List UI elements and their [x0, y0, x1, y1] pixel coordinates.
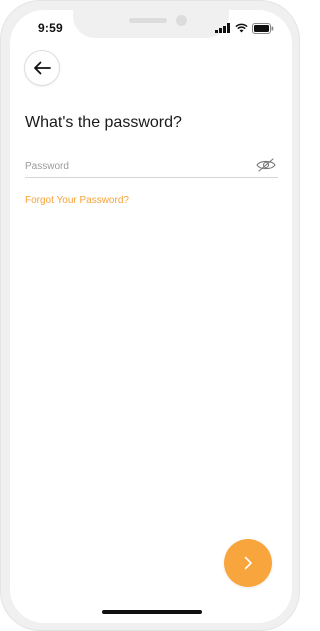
battery-icon: [252, 22, 274, 34]
chevron-right-icon: [244, 556, 252, 570]
back-button[interactable]: [24, 50, 60, 86]
arrow-left-icon: [34, 61, 51, 75]
password-input[interactable]: [25, 158, 245, 174]
eye-off-icon: [256, 158, 276, 172]
camera-icon: [176, 15, 187, 26]
wifi-icon: [235, 23, 248, 33]
show-password-toggle[interactable]: [256, 157, 276, 173]
password-field: [25, 157, 278, 178]
home-indicator: [102, 610, 202, 614]
status-time: 9:59: [38, 21, 63, 35]
notch: [73, 10, 229, 38]
next-button[interactable]: [224, 539, 272, 587]
status-icons: [215, 22, 274, 34]
phone-frame: 9:59 What's the password? Forgot Your Pa…: [0, 0, 300, 631]
signal-icon: [215, 23, 230, 33]
forgot-password-link[interactable]: Forgot Your Password?: [25, 195, 129, 206]
app-screen: 9:59 What's the password? Forgot Your Pa…: [10, 10, 292, 623]
page-title: What's the password?: [25, 114, 182, 131]
speaker-grille: [129, 18, 167, 23]
